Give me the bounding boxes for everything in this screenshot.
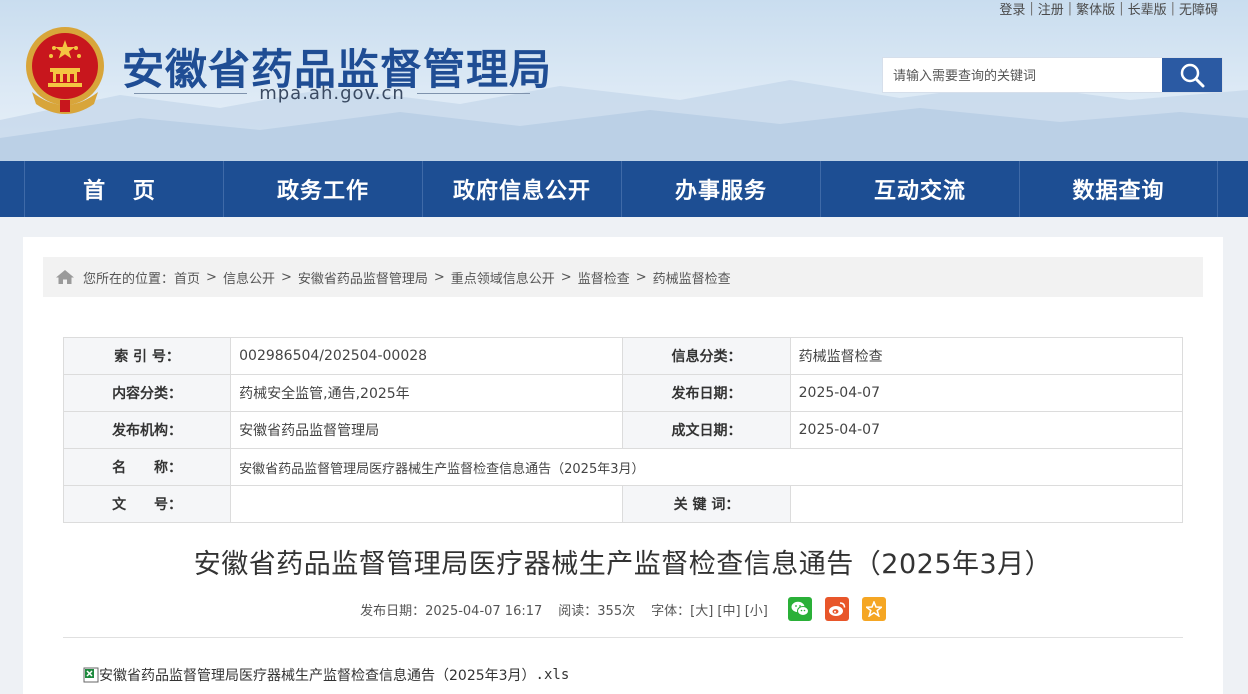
table-row: 名 称： 安徽省药品监督管理局医疗器械生产监督检查信息通告（2025年3月） — [62, 448, 1183, 486]
breadcrumb-item-info[interactable]: 信息公开 — [223, 268, 275, 287]
breadcrumb-item-bureau[interactable]: 安徽省药品监督管理局 — [298, 268, 428, 287]
breadcrumb: 您所在的位置： 首页 > 信息公开 > 安徽省药品监督管理局 > 重点领域信息公… — [43, 257, 1203, 297]
table-row: 发布机构： 安徽省药品监督管理局 成文日期： 2025-04-07 — [62, 411, 1184, 449]
divider — [63, 637, 1183, 638]
index-label: 索 引 号： — [62, 337, 232, 375]
content-panel: 您所在的位置： 首页 > 信息公开 > 安徽省药品监督管理局 > 重点领域信息公… — [23, 237, 1223, 694]
table-row: 内容分类： 药械安全监管,通告,2025年 发布日期： 2025-04-07 — [62, 374, 1184, 412]
content-category-label: 内容分类： — [62, 374, 232, 412]
register-link[interactable]: 注册 — [1034, 0, 1068, 18]
publisher-value: 安徽省药品监督管理局 — [230, 411, 624, 449]
publish-time: 发布日期：2025-04-07 16:17 — [360, 603, 543, 619]
index-value: 002986504/202504-00028 — [230, 337, 624, 375]
article-info-bar: 发布日期：2025-04-07 16:17 阅读：355次 字体：[大] [中]… — [23, 595, 1223, 623]
wechat-icon — [791, 601, 809, 616]
category-value: 药械监督检查 — [789, 337, 1184, 375]
name-label: 名 称： — [62, 448, 232, 486]
table-row: 索 引 号： 002986504/202504-00028 信息分类： 药械监督… — [62, 337, 1184, 375]
weibo-share-button[interactable] — [824, 597, 849, 621]
nav-item-interaction[interactable]: 互动交流 — [820, 161, 1019, 217]
weibo-icon — [828, 602, 846, 616]
doc-number-label: 文 号： — [62, 485, 232, 523]
attachment-name: 安徽省药品监督管理局医疗器械生产监督检查信息通告（2025年3月） — [99, 668, 536, 684]
written-date-value: 2025-04-07 — [789, 411, 1184, 449]
breadcrumb-item-key-areas[interactable]: 重点领域信息公开 — [451, 268, 555, 287]
main-nav: 首 页 政务工作 政府信息公开 办事服务 互动交流 数据查询 — [0, 161, 1248, 217]
elder-version-link[interactable]: 长辈版 — [1124, 0, 1171, 18]
excel-icon — [83, 667, 99, 683]
table-row: 文 号： 关 键 词： — [62, 485, 1184, 523]
article-title: 安徽省药品监督管理局医疗器械生产监督检查信息通告（2025年3月） — [193, 549, 1053, 580]
attachment-extension: .xls — [535, 667, 570, 683]
doc-number-value — [230, 485, 624, 523]
search-input[interactable] — [883, 58, 1163, 92]
name-value: 安徽省药品监督管理局医疗器械生产监督检查信息通告（2025年3月） — [230, 448, 1183, 486]
keywords-label: 关 键 词： — [622, 485, 791, 523]
publisher-label: 发布机构： — [62, 411, 232, 449]
font-large-button[interactable]: [大] — [690, 604, 713, 619]
login-link[interactable]: 登录 — [995, 0, 1029, 18]
nav-item-info-disclosure[interactable]: 政府信息公开 — [422, 161, 621, 217]
publish-date-label: 发布日期： — [622, 374, 791, 412]
wechat-share-button[interactable] — [787, 597, 812, 621]
keywords-value — [789, 485, 1184, 523]
breadcrumb-prefix: 您所在的位置： — [83, 271, 175, 287]
search-button[interactable] — [1162, 58, 1222, 92]
header: 登录 | 注册 | 繁体版 | 长辈版 | 无障碍 安徽省药品监督管理局 mpa… — [0, 0, 1248, 161]
font-size-control: 字体：[大] [中] [小] — [651, 600, 768, 619]
nav-item-government-affairs[interactable]: 政务工作 — [223, 161, 422, 217]
breadcrumb-item-drug-device[interactable]: 药械监督检查 — [653, 268, 731, 287]
nav-item-data-query[interactable]: 数据查询 — [1019, 161, 1218, 217]
written-date-label: 成文日期： — [622, 411, 791, 449]
search-icon — [1180, 63, 1205, 88]
font-small-button[interactable]: [小] — [745, 604, 768, 619]
breadcrumb-item-home[interactable]: 首页 — [174, 268, 200, 287]
nav-item-services[interactable]: 办事服务 — [621, 161, 820, 217]
home-icon — [55, 269, 75, 285]
content-category-value: 药械安全监管,通告,2025年 — [230, 374, 624, 412]
traditional-chinese-link[interactable]: 繁体版 — [1072, 0, 1119, 18]
share-buttons — [787, 597, 886, 621]
breadcrumb-item-supervision[interactable]: 监督检查 — [578, 268, 630, 287]
accessibility-link[interactable]: 无障碍 — [1175, 0, 1222, 18]
star-icon — [865, 601, 882, 617]
top-links: 登录 | 注册 | 繁体版 | 长辈版 | 无障碍 — [995, 0, 1222, 18]
font-medium-button[interactable]: [中] — [717, 604, 740, 619]
favorite-button[interactable] — [861, 597, 886, 621]
publish-date-value: 2025-04-07 — [789, 374, 1184, 412]
category-label: 信息分类： — [622, 337, 791, 375]
attachment-link[interactable]: 安徽省药品监督管理局医疗器械生产监督检查信息通告（2025年3月） .xls — [83, 665, 569, 685]
metadata-table: 索 引 号： 002986504/202504-00028 信息分类： 药械监督… — [62, 337, 1184, 523]
nav-item-home[interactable]: 首 页 — [24, 161, 223, 217]
national-emblem-icon — [26, 27, 104, 114]
search-box — [882, 57, 1223, 93]
font-label: 字体： — [651, 603, 691, 619]
read-count: 阅读：355次 — [558, 603, 636, 619]
site-domain: mpa.ah.gov.cn — [122, 82, 542, 104]
